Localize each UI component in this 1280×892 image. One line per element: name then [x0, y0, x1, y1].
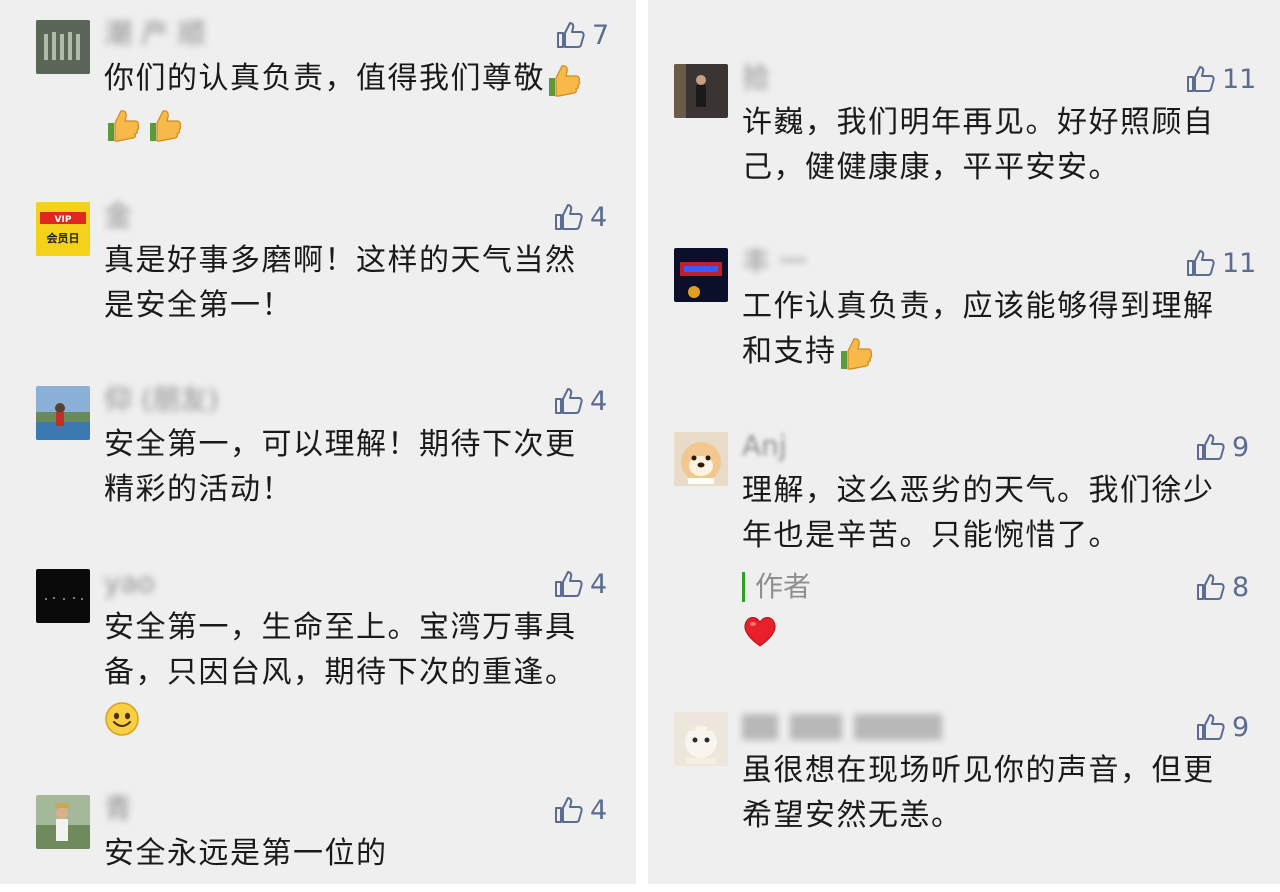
thumbs-up-outline-icon — [555, 571, 583, 597]
thumbs-up-outline-icon — [555, 204, 583, 230]
svg-text:会员日: 会员日 — [47, 231, 80, 245]
author-reply-like-button[interactable]: 8 — [1194, 568, 1249, 606]
avatar[interactable] — [674, 248, 728, 302]
like-count: 9 — [1232, 711, 1250, 743]
like-button[interactable]: 11 — [1184, 60, 1256, 98]
thumbs-up-outline-icon — [555, 797, 583, 823]
left-comment-panel: 潮 产 顺 7 你们的认真负责，值得我们尊敬 VIP 会员日 金 4 真是好事多… — [0, 0, 636, 884]
comment-text: 安全永远是第一位的 — [104, 836, 388, 871]
like-count: 4 — [590, 568, 608, 600]
comment-text: 虽很想在现场听见你的声音，但更 希望安然无恙。 — [742, 753, 1215, 833]
commenter-name[interactable]: 丰 一 — [742, 244, 807, 280]
like-button[interactable]: 4 — [552, 791, 607, 829]
avatar[interactable] — [674, 712, 728, 766]
commenter-name[interactable]: 潮 产 顺 — [104, 16, 206, 52]
thumbs-up-outline-icon — [1197, 714, 1225, 740]
comment-text: 理解，这么恶劣的天气。我们徐少 年也是辛苦。只能惋惜了。 — [742, 473, 1215, 553]
like-button[interactable]: 9 — [1194, 708, 1249, 746]
comment-text: 许巍，我们明年再见。好好照顾自 己，健健康康，平平安安。 — [742, 105, 1215, 185]
comment-text: 工作认真负责，应该能够得到理解 和支持 — [742, 289, 1215, 371]
author-reply-text — [742, 614, 778, 648]
commenter-name[interactable]: 仰 (朋友) — [104, 382, 219, 418]
avatar[interactable]: VIP 会员日 — [36, 202, 90, 256]
avatar[interactable] — [674, 432, 728, 486]
comment-text: 安全第一，可以理解！期待下次更 精彩的活动！ — [104, 427, 577, 507]
commenter-name[interactable]: 拾 — [742, 60, 770, 96]
like-button[interactable]: 4 — [552, 382, 607, 420]
like-count: 7 — [592, 19, 610, 51]
avatar[interactable] — [674, 64, 728, 118]
like-count: 4 — [590, 201, 608, 233]
thumbs-up-emoji-icon — [148, 107, 182, 143]
like-button[interactable]: 4 — [552, 565, 607, 603]
thumbs-up-emoji-icon — [839, 335, 873, 371]
comment-text: 真是好事多磨啊！这样的天气当然 是安全第一！ — [104, 243, 577, 323]
thumbs-up-outline-icon — [1197, 574, 1225, 600]
like-button[interactable]: 11 — [1184, 244, 1256, 282]
panel-divider — [636, 0, 648, 892]
like-count: 4 — [590, 794, 608, 826]
comment-text: 安全第一，生命至上。宝湾万事具 备，只因台风，期待下次的重逢。 — [104, 605, 577, 740]
like-count: 11 — [1222, 63, 1257, 95]
commenter-name[interactable]: 金 — [104, 198, 132, 234]
author-reply-label: 作者 — [742, 572, 811, 602]
like-count: 8 — [1232, 571, 1250, 603]
avatar[interactable] — [36, 386, 90, 440]
like-count: 9 — [1232, 431, 1250, 463]
heart-emoji-icon — [742, 614, 778, 648]
comment-text: 你们的认真负责，值得我们尊敬 — [104, 56, 581, 146]
svg-text:VIP: VIP — [55, 215, 72, 225]
avatar[interactable] — [36, 795, 90, 849]
thumbs-up-emoji-icon — [106, 107, 140, 143]
avatar[interactable] — [36, 569, 90, 623]
commenter-name[interactable]: yao — [104, 565, 155, 601]
like-button[interactable]: 9 — [1194, 428, 1249, 466]
right-comment-panel: 拾 11 许巍，我们明年再见。好好照顾自 己，健健康康，平平安安。 丰 一 11 — [648, 0, 1280, 884]
commenter-name[interactable]: Anj — [742, 428, 787, 464]
commenter-name[interactable] — [742, 714, 942, 740]
avatar[interactable] — [36, 20, 90, 74]
thumbs-up-emoji-icon — [547, 62, 581, 98]
commenter-name[interactable]: 青 — [104, 791, 132, 827]
like-count: 4 — [590, 385, 608, 417]
like-button[interactable]: 7 — [554, 16, 609, 54]
thumbs-up-outline-icon — [555, 388, 583, 414]
thumbs-up-outline-icon — [1187, 66, 1215, 92]
thumbs-up-outline-icon — [557, 22, 585, 48]
thumbs-up-outline-icon — [1197, 434, 1225, 460]
like-button[interactable]: 4 — [552, 198, 607, 236]
smile-emoji-icon — [104, 701, 140, 737]
like-count: 11 — [1222, 247, 1257, 279]
thumbs-up-outline-icon — [1187, 250, 1215, 276]
